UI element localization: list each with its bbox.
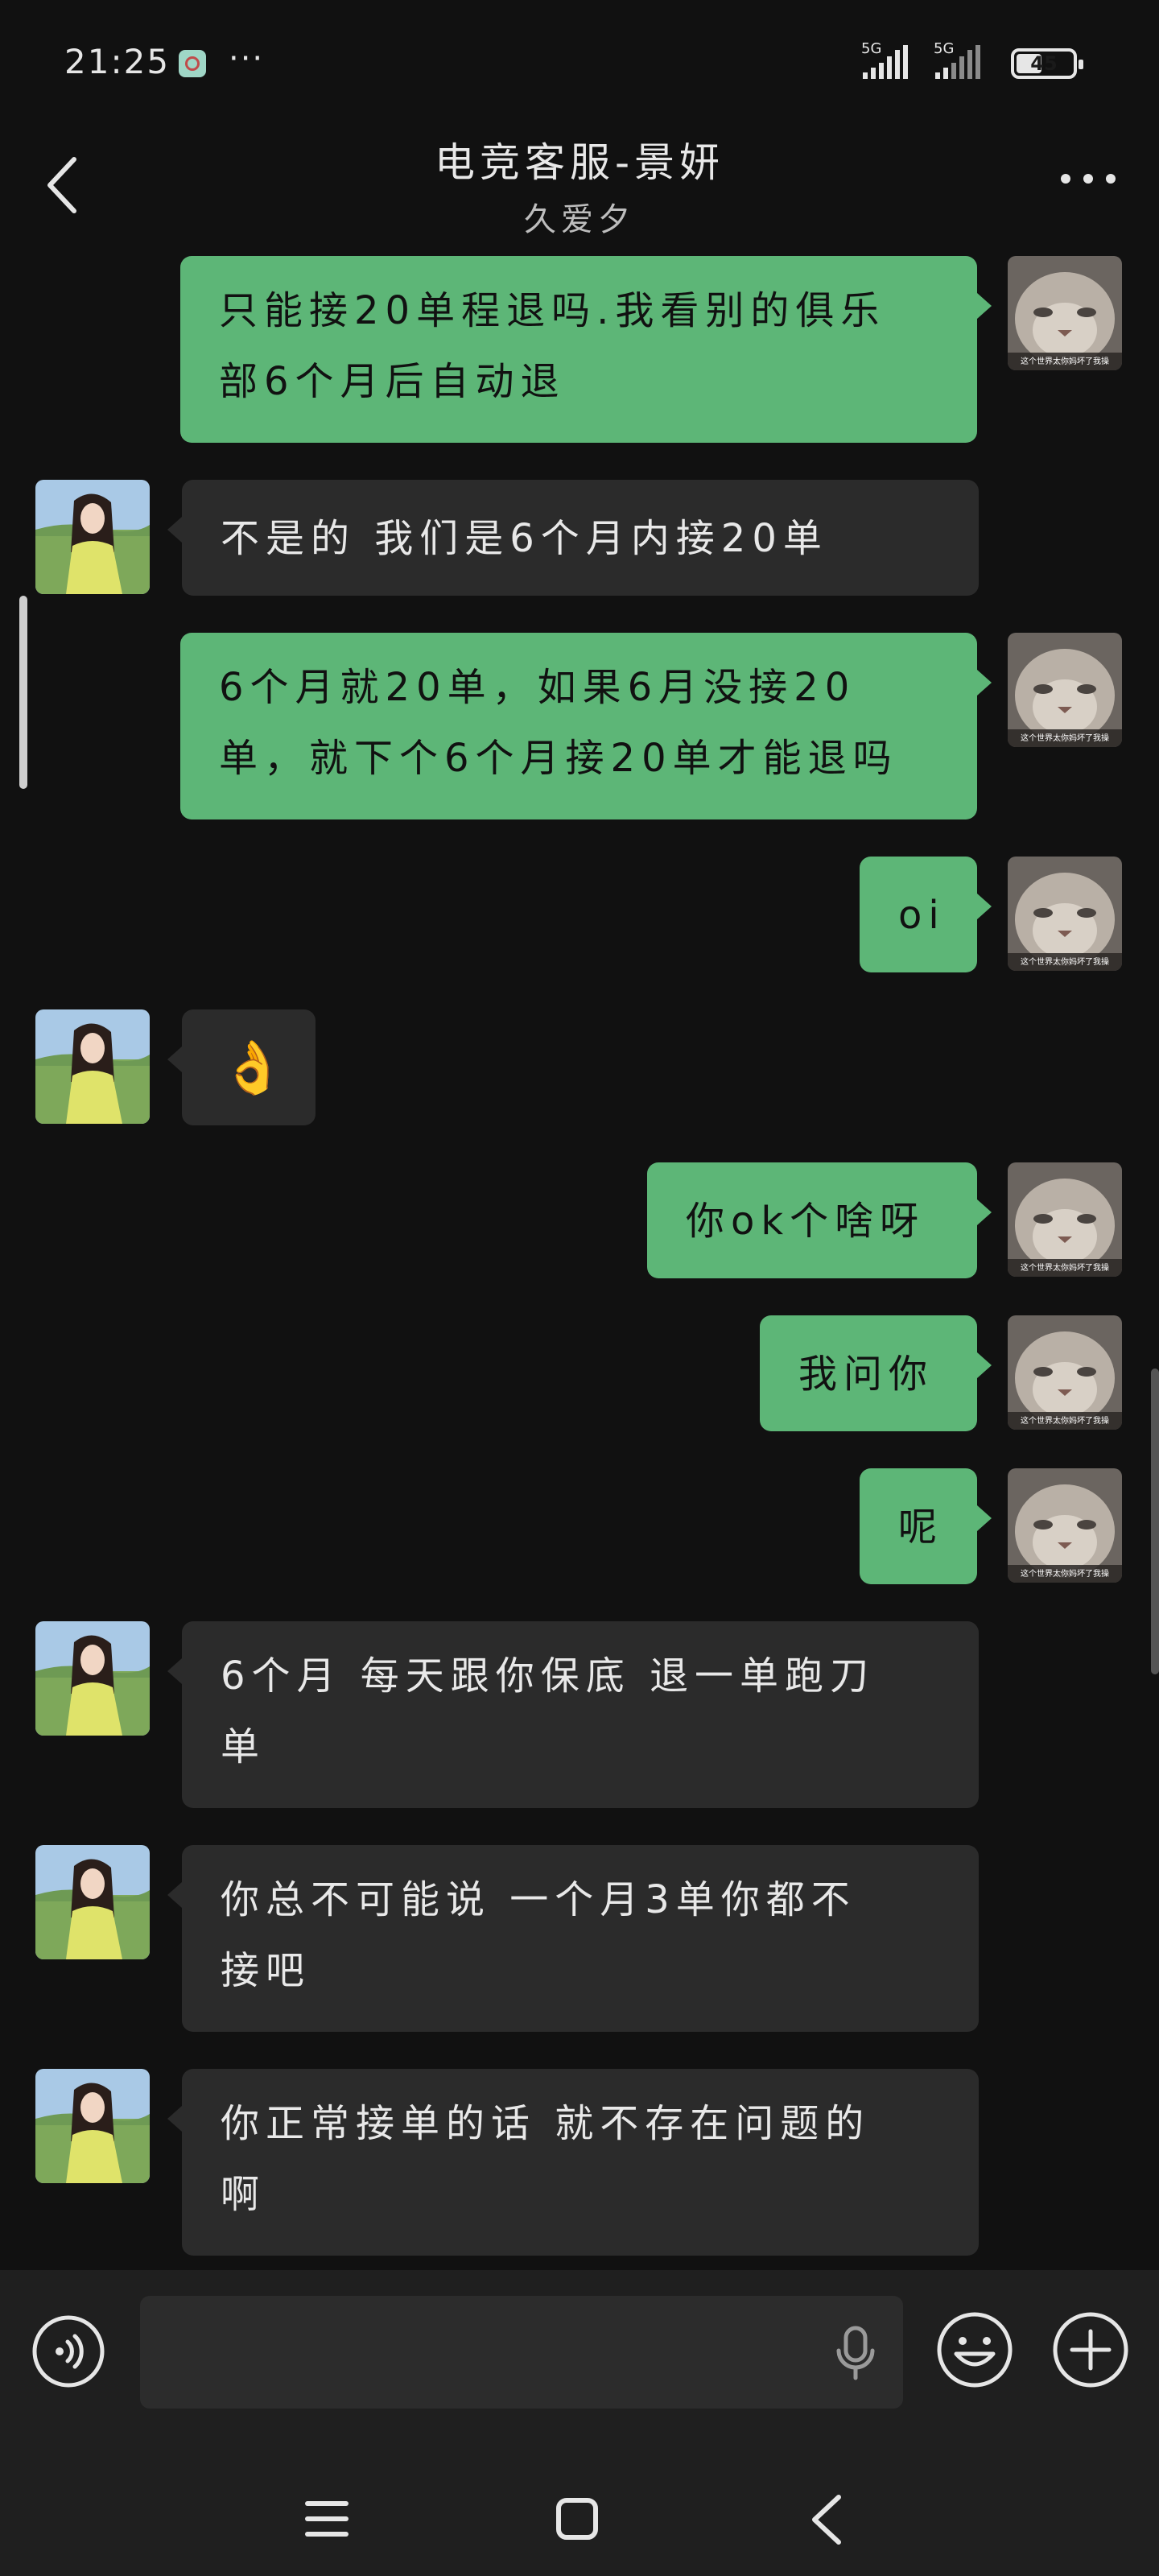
message-text: 你总不可能说 一个月3单你都不	[221, 1877, 856, 1922]
message-text: 啊	[221, 2172, 266, 2217]
scrollbar[interactable]	[1151, 1368, 1159, 1674]
message-bubble[interactable]: 我问你	[760, 1315, 992, 1431]
microphone-icon[interactable]	[834, 2325, 877, 2381]
self-avatar[interactable]: 这个世界太你妈坏了我操	[1008, 857, 1122, 971]
status-bar: 21:25 ··· 5G 5G 45	[0, 0, 1159, 121]
self-avatar[interactable]: 这个世界太你妈坏了我操	[1008, 633, 1122, 747]
notification-app-icon	[179, 50, 206, 77]
message-bubble[interactable]: 6个月 每天跟你保底 退一单跑刀单	[167, 1621, 979, 1808]
status-time: 21:25	[64, 42, 171, 81]
avatar-caption: 这个世界太你妈坏了我操	[1021, 1417, 1109, 1426]
self-avatar[interactable]: 这个世界太你妈坏了我操	[1008, 1468, 1122, 1583]
message-bubble[interactable]: 你总不可能说 一个月3单你都不 接吧	[167, 1845, 979, 2032]
chat-subtitle: 久爱夕	[524, 201, 635, 238]
message-text: 接吧	[221, 1948, 311, 1993]
battery-icon: 45	[1011, 48, 1083, 79]
message-text: 不是的 我们是6个月内接20单	[221, 516, 828, 561]
avatar-caption: 这个世界太你妈坏了我操	[1021, 1264, 1109, 1273]
message-text: 你正常接单的话 就不存在问题的	[221, 2101, 871, 2146]
message-bubble[interactable]: 你正常接单的话 就不存在问题的啊	[167, 2069, 979, 2256]
contact-avatar[interactable]	[35, 480, 150, 594]
avatar-caption: 这个世界太你妈坏了我操	[1021, 1570, 1109, 1579]
more-options-icon[interactable]	[1059, 171, 1117, 187]
self-avatar[interactable]: 这个世界太你妈坏了我操	[1008, 1315, 1122, 1430]
message-bubble[interactable]: 不是的 我们是6个月内接20单	[167, 480, 979, 596]
self-avatar[interactable]: 这个世界太你妈坏了我操	[1008, 1162, 1122, 1277]
emoji-icon[interactable]	[935, 2310, 1014, 2389]
message-bubble[interactable]: 6个月就20单，如果6月没接20 单，就下个6个月接20单才能退吗	[180, 633, 992, 819]
self-avatar[interactable]: 这个世界太你妈坏了我操	[1008, 256, 1122, 370]
message-text: 👌	[221, 1038, 285, 1098]
message-input[interactable]	[140, 2296, 903, 2409]
message-text: 只能接20单程退吗.我看别的俱乐	[219, 288, 886, 333]
contact-avatar[interactable]	[35, 1845, 150, 1959]
avatar-caption: 这个世界太你妈坏了我操	[1021, 734, 1109, 743]
menu-icon[interactable]	[304, 2499, 349, 2539]
message-text: oi	[898, 893, 946, 938]
battery-percent: 45	[1030, 52, 1058, 75]
contact-avatar[interactable]	[35, 1009, 150, 1124]
message-text: 6个月 每天跟你保底 退一单跑刀	[221, 1653, 876, 1699]
chat-title: 电竞客服-景妍	[434, 139, 725, 186]
message-text: 单	[221, 1724, 266, 1769]
message-text: 我问你	[798, 1352, 934, 1397]
plus-icon[interactable]	[1051, 2310, 1130, 2389]
message-bubble[interactable]: 只能接20单程退吗.我看别的俱乐 部6个月后自动退	[180, 256, 992, 443]
message-text: 你ok个啥呀	[686, 1199, 926, 1244]
home-icon[interactable]	[555, 2497, 599, 2541]
input-bar	[0, 2270, 1159, 2431]
avatar-caption: 这个世界太你妈坏了我操	[1021, 357, 1109, 366]
system-nav-bar	[0, 2431, 1159, 2576]
voice-icon[interactable]	[31, 2314, 106, 2389]
message-text: 6个月就20单，如果6月没接20	[219, 665, 856, 710]
status-more: ···	[229, 40, 265, 77]
contact-avatar[interactable]	[35, 1621, 150, 1736]
back-icon[interactable]	[808, 2494, 843, 2545]
scroll-indicator	[19, 596, 27, 789]
chat-header: 电竞客服-景妍 久爱夕	[0, 121, 1159, 250]
message-bubble[interactable]: 👌	[167, 1009, 316, 1125]
message-bubble[interactable]: 你ok个啥呀	[647, 1162, 992, 1278]
message-bubble[interactable]: 呢	[860, 1468, 992, 1584]
avatar-caption: 这个世界太你妈坏了我操	[1021, 958, 1109, 967]
message-text: 单，就下个6个月接20单才能退吗	[219, 736, 898, 781]
message-bubble[interactable]: oi	[860, 857, 992, 972]
message-text: 部6个月后自动退	[219, 359, 566, 404]
message-text: 呢	[898, 1505, 944, 1550]
contact-avatar[interactable]	[35, 2069, 150, 2183]
